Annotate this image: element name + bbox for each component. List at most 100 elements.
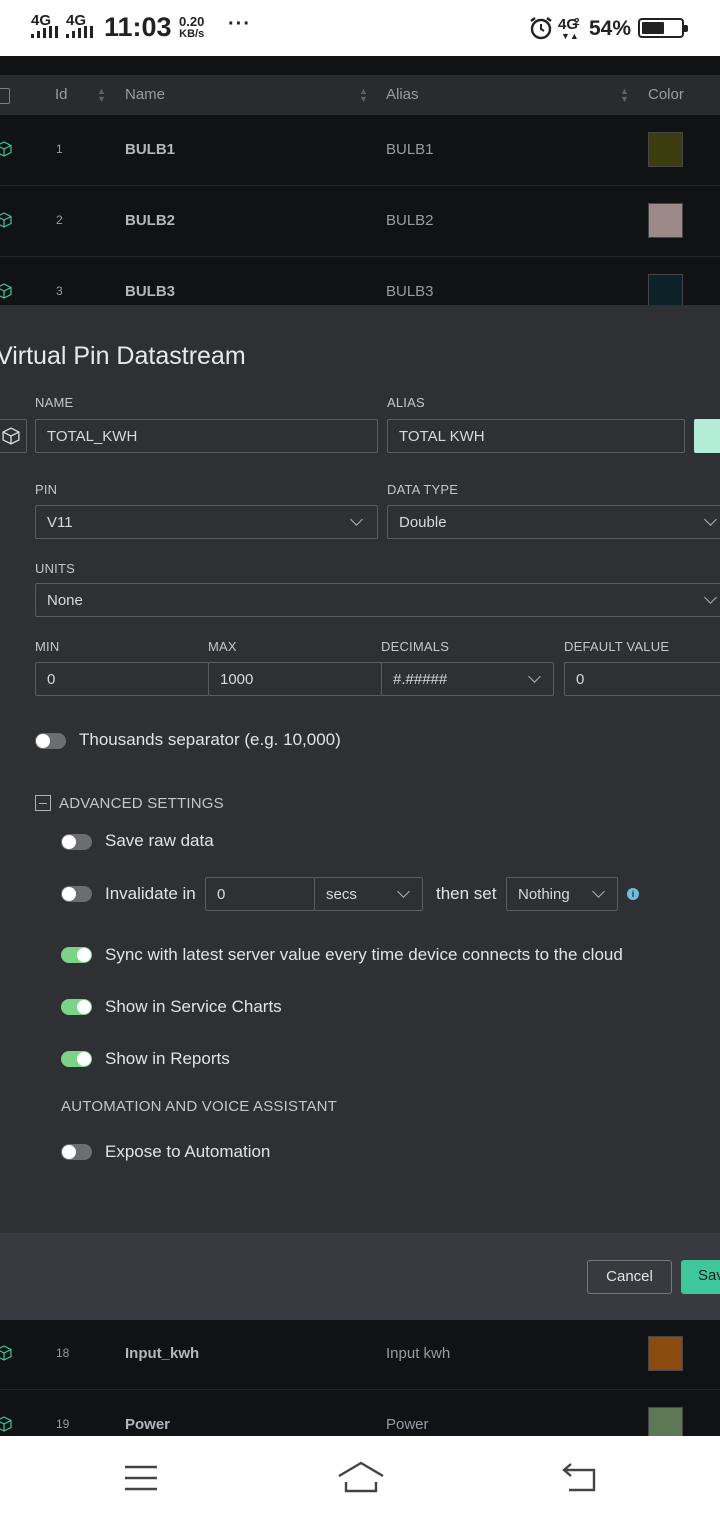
datatype-value: Double [399, 514, 447, 531]
datatype-select[interactable]: Double [387, 505, 720, 539]
alias-input[interactable]: TOTAL KWH [387, 419, 685, 453]
table-row[interactable]: 1 BULB1 BULB1 [0, 115, 720, 186]
row-name[interactable]: BULB2 [125, 212, 175, 229]
row-name[interactable]: BULB1 [125, 141, 175, 158]
advanced-settings-toggle[interactable]: ADVANCED SETTINGS [59, 795, 224, 812]
color-swatch [648, 203, 683, 238]
datastream-cube-icon [0, 212, 12, 228]
invalidate-unit-select[interactable]: secs [314, 877, 423, 911]
chevron-down-icon [704, 591, 717, 604]
row-alias: Input kwh [386, 1345, 451, 1362]
color-picker-button[interactable] [694, 419, 720, 453]
system-nav-bar [0, 1436, 720, 1520]
pin-select[interactable]: V11 [35, 505, 378, 539]
units-value: None [47, 592, 83, 609]
save-raw-data-toggle[interactable] [61, 834, 92, 850]
table-row[interactable]: 2 BULB2 BULB2 [0, 186, 720, 257]
back-icon[interactable] [560, 1462, 600, 1494]
pin-value: V11 [47, 514, 73, 531]
datastream-cube-icon [0, 1345, 12, 1361]
pin-label: PIN [35, 482, 58, 497]
row-id: 1 [56, 142, 63, 156]
decimals-select[interactable]: #.##### [381, 662, 554, 696]
min-input[interactable]: 0 [35, 662, 209, 696]
column-color[interactable]: Color [648, 86, 684, 103]
info-icon[interactable]: i [627, 888, 639, 900]
then-set-label: then set [436, 884, 497, 903]
name-label: NAME [35, 395, 74, 410]
row-alias: BULB3 [386, 283, 434, 300]
network-sub: 2 [574, 17, 580, 28]
row-name[interactable]: Power [125, 1416, 170, 1433]
menu-icon[interactable] [124, 1464, 158, 1492]
cancel-button[interactable]: Cancel [587, 1260, 672, 1294]
max-input[interactable]: 1000 [208, 662, 382, 696]
thousands-separator-label: Thousands separator (e.g. 10,000) [79, 730, 341, 749]
datastream-cube-icon [0, 283, 12, 299]
speed-unit: KB/s [179, 28, 205, 40]
column-id[interactable]: Id [55, 86, 68, 103]
row-id: 19 [56, 1417, 70, 1431]
row-alias: BULB2 [386, 212, 434, 229]
default-value-input[interactable]: 0 [564, 662, 720, 696]
table-header: Id ▲ ▼ Name ▲ ▼ Alias ▲ ▼ Color [0, 75, 720, 115]
table-row[interactable]: 18 Input_kwh Input kwh [0, 1319, 720, 1390]
alias-label: ALIAS [387, 395, 425, 410]
alarm-icon [530, 17, 552, 40]
row-name[interactable]: BULB3 [125, 283, 175, 300]
dialog-footer: Cancel Sav [0, 1233, 720, 1320]
chevron-down-icon [350, 513, 363, 526]
datastream-dialog: Virtual Pin Datastream NAME ALIAS TOTAL_… [0, 305, 720, 1320]
row-name[interactable]: Input_kwh [125, 1345, 199, 1362]
reports-toggle[interactable] [61, 1051, 92, 1067]
reports-label: Show in Reports [105, 1049, 230, 1068]
decimals-value: #.##### [393, 671, 448, 688]
units-select[interactable]: None [35, 583, 720, 617]
collapse-icon[interactable] [35, 795, 51, 811]
then-set-value: Nothing [518, 886, 570, 903]
sort-icon[interactable]: ▲ ▼ [97, 87, 106, 104]
datastream-cube-icon [0, 1416, 12, 1432]
home-icon[interactable] [336, 1460, 386, 1494]
thousands-separator-toggle[interactable] [35, 733, 66, 749]
select-all-checkbox[interactable] [0, 88, 10, 104]
row-alias: BULB1 [386, 141, 434, 158]
color-swatch [648, 1336, 683, 1371]
dialog-title: Virtual Pin Datastream [0, 342, 246, 370]
network-speed: 0.20 KB/s [179, 15, 204, 41]
chevron-down-icon [704, 513, 717, 526]
default-value-label: DEFAULT VALUE [564, 639, 670, 654]
row-id: 18 [56, 1346, 70, 1360]
service-charts-toggle[interactable] [61, 999, 92, 1015]
row-id: 3 [56, 284, 63, 298]
icon-picker-button[interactable] [0, 419, 27, 453]
speed-value: 0.20 [179, 14, 205, 29]
name-input[interactable]: TOTAL_KWH [35, 419, 378, 453]
row-alias: Power [386, 1416, 429, 1433]
battery-percent: 54% [589, 17, 632, 40]
sync-toggle[interactable] [61, 947, 92, 963]
column-name[interactable]: Name [125, 86, 165, 103]
save-raw-data-label: Save raw data [105, 831, 214, 850]
signal-bars-icon [66, 26, 93, 38]
status-bar: 4G 4G 11:03 0.20 KB/s ··· 4G 2 ▼▲ 54% [0, 0, 720, 56]
signal-bars-icon [31, 26, 58, 38]
sort-icon[interactable]: ▲ ▼ [620, 87, 629, 104]
chevron-down-icon [397, 885, 410, 898]
save-button[interactable]: Sav [681, 1260, 720, 1294]
column-alias[interactable]: Alias [386, 86, 419, 103]
invalidate-value-input[interactable]: 0 [205, 877, 315, 911]
invalidate-toggle[interactable] [61, 886, 92, 902]
then-set-select[interactable]: Nothing [506, 877, 618, 911]
invalidate-label: Invalidate in [105, 884, 196, 903]
chevron-down-icon [528, 670, 541, 683]
battery-icon [638, 18, 688, 38]
expose-automation-toggle[interactable] [61, 1144, 92, 1160]
row-id: 2 [56, 213, 63, 227]
min-label: MIN [35, 639, 60, 654]
sync-label: Sync with latest server value every time… [105, 945, 623, 964]
color-swatch [648, 274, 683, 309]
units-label: UNITS [35, 561, 75, 576]
service-charts-label: Show in Service Charts [105, 997, 282, 1016]
sort-icon[interactable]: ▲ ▼ [359, 87, 368, 104]
